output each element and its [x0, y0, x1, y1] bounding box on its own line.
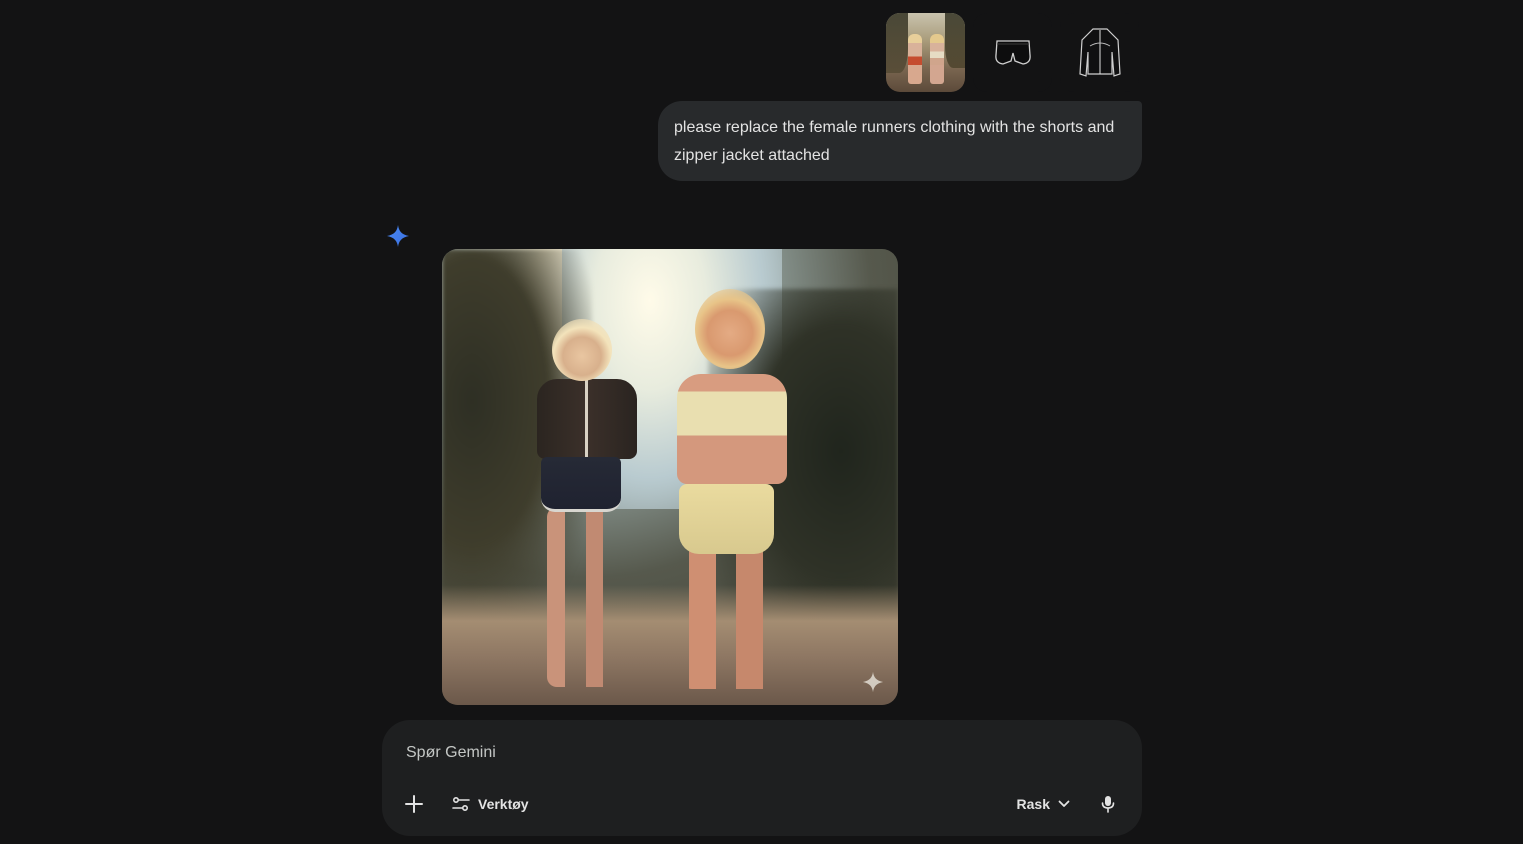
user-message-text: please replace the female runners clothi…	[674, 119, 1115, 164]
microphone-button[interactable]	[1094, 790, 1122, 818]
attachment-runners-photo[interactable]	[886, 13, 965, 92]
user-message-bubble: please replace the female runners clothi…	[658, 101, 1142, 181]
shorts-icon	[994, 39, 1031, 65]
tune-icon	[452, 796, 470, 812]
thumb-tree-left	[886, 13, 908, 73]
jacket-icon	[1078, 27, 1121, 77]
attachment-zipper-jacket[interactable]	[1060, 13, 1139, 92]
image-runner-jacket	[537, 319, 647, 689]
runner-jacket-torso	[537, 379, 637, 459]
add-attachment-button[interactable]	[400, 790, 428, 818]
runner-crop-head	[695, 289, 765, 369]
image-runner-crop-top	[667, 289, 797, 689]
microphone-icon	[1101, 796, 1115, 813]
generated-image[interactable]	[442, 249, 898, 705]
prompt-composer: Verktøy Rask	[382, 720, 1142, 836]
gemini-sparkle-icon	[387, 225, 409, 247]
runner-crop-shorts	[679, 484, 774, 554]
chat-page: please replace the female runners clothi…	[0, 0, 1523, 844]
tools-label: Verktøy	[478, 796, 529, 812]
runner-crop-legs	[682, 549, 772, 689]
runner-crop-torso	[677, 374, 787, 484]
model-mode-dropdown[interactable]: Rask	[1017, 792, 1070, 816]
model-mode-label: Rask	[1016, 796, 1050, 812]
thumb-runner-right	[930, 34, 944, 84]
sparkle-watermark-icon	[862, 671, 884, 693]
thumb-runner-left	[908, 34, 922, 84]
runner-jacket-head	[552, 319, 612, 381]
thumb-tree-right	[945, 13, 965, 68]
chevron-down-icon	[1058, 800, 1070, 807]
runner-jacket-legs	[547, 507, 617, 687]
attachment-shorts[interactable]	[973, 13, 1052, 92]
plus-icon	[405, 795, 423, 813]
runner-jacket-shorts	[541, 457, 621, 512]
prompt-input[interactable]	[406, 742, 1106, 764]
tools-button[interactable]: Verktøy	[452, 792, 529, 816]
attachment-strip	[886, 13, 1139, 92]
